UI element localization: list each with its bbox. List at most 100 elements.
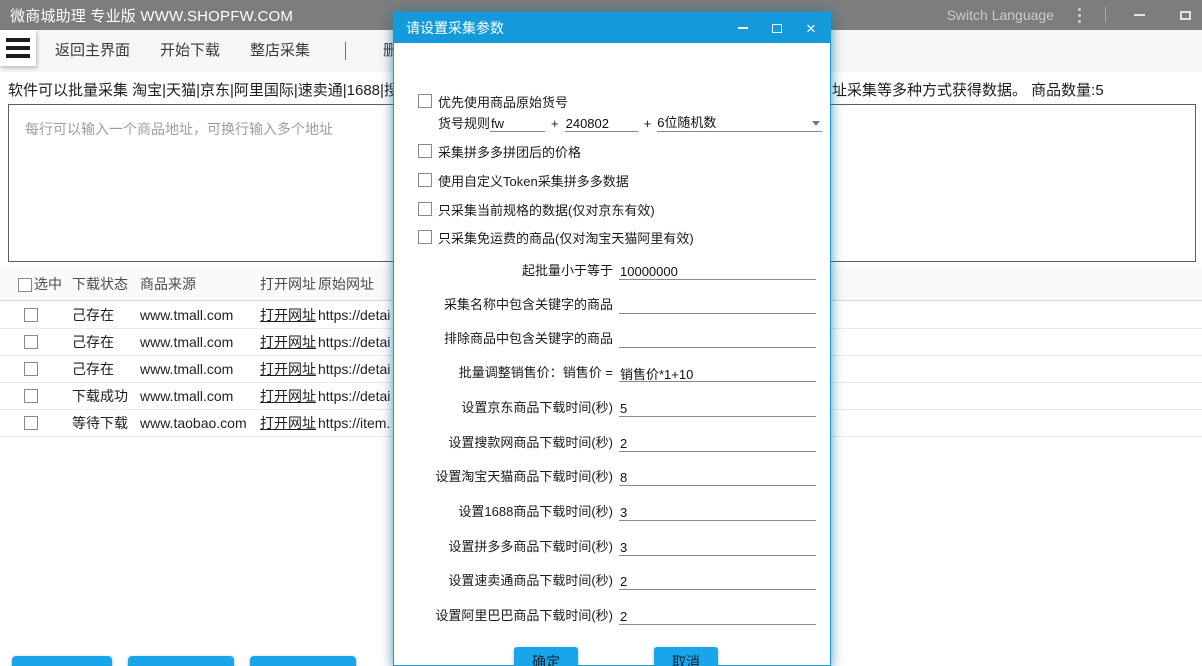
- field-label: 设置搜款网商品下载时间(秒): [394, 433, 613, 452]
- cancel-button[interactable]: 取消: [654, 647, 718, 666]
- maximize-button[interactable]: [1172, 2, 1198, 28]
- original-url-cell: https://detai: [318, 356, 390, 383]
- soukuan-delay-input[interactable]: [619, 435, 816, 452]
- toolbar-start-download-button[interactable]: 开始下载: [160, 30, 220, 72]
- field-jd-delay: 设置京东商品下载时间(秒): [394, 396, 816, 417]
- checkbox-label: 优先使用商品原始货号: [438, 92, 568, 111]
- hamburger-menu-icon[interactable]: [0, 30, 36, 66]
- alibaba-delay-input[interactable]: [619, 608, 816, 625]
- header-original: 原始网址: [318, 268, 374, 301]
- source-cell: www.tmall.com: [140, 383, 233, 410]
- dialog-title: 请设置采集参数: [394, 18, 504, 38]
- checkbox-label: 使用自定义Token采集拼多多数据: [438, 171, 629, 190]
- field-label: 设置阿里巴巴商品下载时间(秒): [394, 606, 613, 625]
- status-cell: 己存在: [72, 302, 114, 329]
- dialog-maximize-button[interactable]: [760, 14, 794, 42]
- plus-sign: +: [644, 115, 652, 132]
- dialog-close-button[interactable]: ×: [794, 14, 828, 42]
- row-checkbox[interactable]: [24, 308, 38, 322]
- plus-sign: +: [551, 115, 559, 132]
- row-checkbox[interactable]: [24, 335, 38, 349]
- checkbox-row-custom-token: 使用自定义Token采集拼多多数据: [418, 172, 629, 188]
- maximize-icon: [1180, 11, 1191, 20]
- original-url-cell: https://detai: [318, 302, 390, 329]
- checkbox-row-pdd-group-price: 采集拼多多拼团后的价格: [418, 143, 581, 159]
- checkbox-label: 只采集当前规格的数据(仅对京东有效): [438, 200, 655, 219]
- close-icon: ×: [806, 20, 816, 37]
- aliexpress-delay-input[interactable]: [619, 573, 816, 590]
- toolbar-back-button[interactable]: 返回主界面: [55, 30, 130, 72]
- app-title: 微商城助理 专业版 WWW.SHOPFW.COM: [0, 5, 293, 26]
- maximize-icon: [772, 24, 782, 33]
- ok-button[interactable]: 确定: [514, 647, 578, 666]
- field-label: 采集名称中包含关键字的商品: [394, 295, 613, 314]
- header-open: 打开网址: [260, 268, 316, 301]
- include-keyword-input[interactable]: [619, 297, 816, 314]
- original-url-cell: https://detai: [318, 383, 390, 410]
- field-label: 设置淘宝天猫商品下载时间(秒): [394, 467, 613, 486]
- row-checkbox[interactable]: [24, 416, 38, 430]
- field-label: 起批量小于等于: [394, 261, 613, 280]
- select-all-checkbox[interactable]: [18, 278, 32, 292]
- pdd-delay-input[interactable]: [619, 539, 816, 556]
- status-cell: 等待下载: [72, 410, 128, 437]
- row-checkbox[interactable]: [24, 362, 38, 376]
- sku-rule-row: 货号规则 + + 6位随机数: [438, 115, 822, 132]
- original-url-cell: https://detai: [318, 329, 390, 356]
- current-spec-checkbox[interactable]: [418, 202, 432, 216]
- field-label: 排除商品中包含关键字的商品: [394, 329, 613, 348]
- checkbox-label: 采集拼多多拼团后的价格: [438, 142, 581, 161]
- minimize-icon: [738, 27, 748, 29]
- field-min-batch: 起批量小于等于: [394, 259, 816, 280]
- dialog-minimize-button[interactable]: [726, 14, 760, 42]
- source-cell: www.tmall.com: [140, 329, 233, 356]
- dialog-titlebar[interactable]: 请设置采集参数 ×: [394, 13, 830, 43]
- dialog-body: 优先使用商品原始货号 货号规则 + + 6位随机数 采集拼多多拼团后的价格 使用…: [394, 43, 830, 665]
- toolbar-separator: [345, 42, 346, 60]
- source-cell: www.taobao.com: [140, 410, 247, 437]
- original-url-cell: https://item.: [318, 410, 390, 437]
- status-cell: 下载成功: [72, 383, 128, 410]
- taobao-tmall-delay-input[interactable]: [619, 469, 816, 486]
- header-source: 商品来源: [140, 268, 196, 301]
- checkbox-label: 只采集免运费的商品(仅对淘宝天猫阿里有效): [438, 228, 694, 247]
- row-checkbox[interactable]: [24, 389, 38, 403]
- source-cell: www.tmall.com: [140, 356, 233, 383]
- open-url-link[interactable]: 打开网址: [260, 356, 316, 383]
- bottom-action-button-2[interactable]: [128, 656, 234, 666]
- toolbar-whole-store-button[interactable]: 整店采集: [250, 30, 310, 72]
- free-shipping-checkbox[interactable]: [418, 230, 432, 244]
- pdd-group-price-checkbox[interactable]: [418, 144, 432, 158]
- custom-token-checkbox[interactable]: [418, 173, 432, 187]
- minimize-button[interactable]: [1126, 2, 1152, 28]
- jd-delay-input[interactable]: [619, 400, 816, 417]
- bottom-action-button-3[interactable]: [250, 656, 356, 666]
- open-url-link[interactable]: 打开网址: [260, 329, 316, 356]
- exclude-keyword-input[interactable]: [619, 331, 816, 348]
- min-batch-input[interactable]: [619, 263, 816, 280]
- delay-1688-input[interactable]: [619, 504, 816, 521]
- sku-date-input[interactable]: [565, 115, 638, 132]
- field-pdd-delay: 设置拼多多商品下载时间(秒): [394, 535, 816, 556]
- bottom-action-button-1[interactable]: [12, 656, 112, 666]
- price-formula-input[interactable]: [619, 365, 816, 382]
- open-url-link[interactable]: 打开网址: [260, 383, 316, 410]
- field-exclude-keyword: 排除商品中包含关键字的商品: [394, 327, 816, 348]
- field-price-formula: 批量调整销售价：销售价 =: [394, 361, 816, 382]
- field-1688-delay: 设置1688商品下载时间(秒): [394, 500, 816, 521]
- info-text-left: 软件可以批量采集 淘宝|天猫|京东|阿里国际|速卖通|1688|搜: [8, 79, 399, 100]
- field-label: 设置拼多多商品下载时间(秒): [394, 537, 613, 556]
- random-digits-select[interactable]: 6位随机数: [657, 115, 822, 132]
- sku-prefix-input[interactable]: [490, 115, 545, 132]
- header-status: 下载状态: [72, 268, 128, 301]
- field-aliexpress-delay: 设置速卖通商品下载时间(秒): [394, 569, 816, 590]
- more-options-icon[interactable]: [1074, 6, 1085, 25]
- status-cell: 己存在: [72, 329, 114, 356]
- open-url-link[interactable]: 打开网址: [260, 410, 316, 437]
- info-text-right: 址采集等多种方式获得数据。 商品数量:5: [832, 79, 1104, 100]
- open-url-link[interactable]: 打开网址: [260, 302, 316, 329]
- field-alibaba-delay: 设置阿里巴巴商品下载时间(秒): [394, 604, 816, 625]
- field-label: 设置速卖通商品下载时间(秒): [394, 571, 613, 590]
- switch-language-button[interactable]: Switch Language: [947, 7, 1054, 23]
- original-sku-checkbox[interactable]: [418, 94, 432, 108]
